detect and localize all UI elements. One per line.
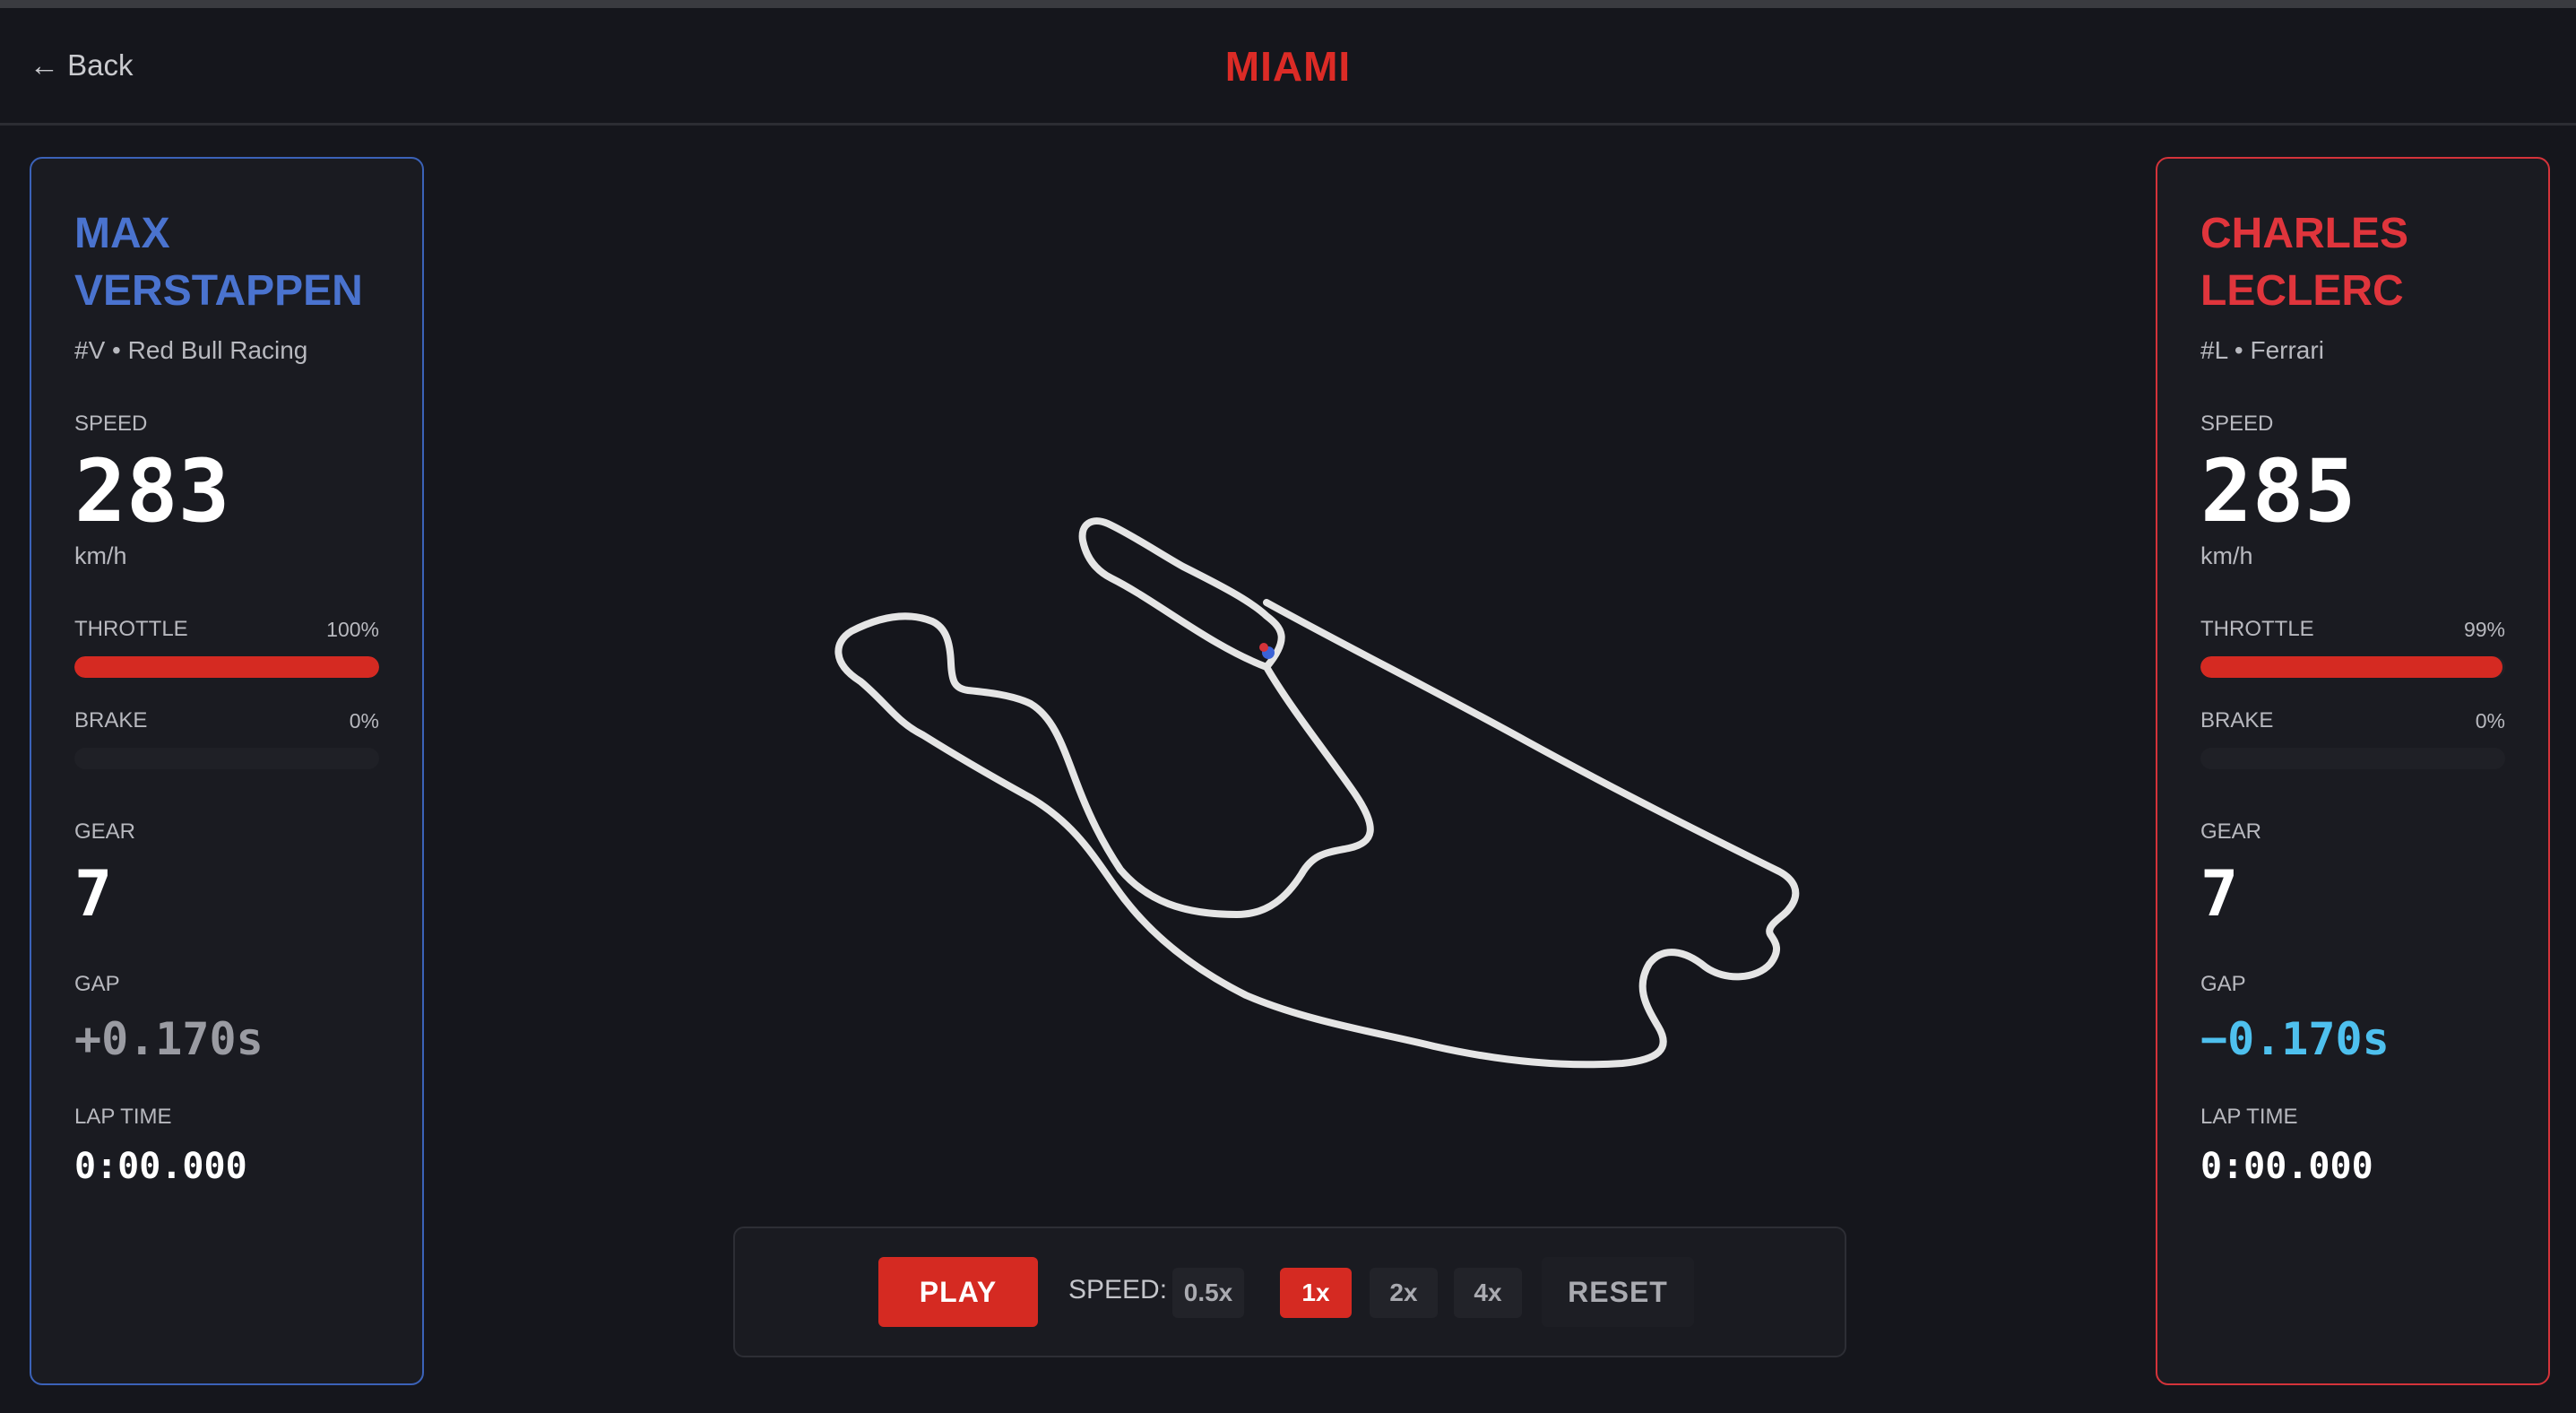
throttle-bar: [74, 656, 379, 678]
throttle-percent: 99%: [2463, 617, 2505, 641]
brake-row: BRAKE 0%: [2200, 708, 2505, 733]
speed-value: 285: [2200, 441, 2356, 542]
page-title: MIAMI: [1224, 43, 1352, 90]
throttle-label: THROTTLE: [2200, 617, 2314, 641]
brake-label: BRAKE: [2200, 708, 2274, 733]
track-map: [834, 517, 1800, 1069]
speed-option-0-5x[interactable]: 0.5x: [1172, 1268, 1244, 1318]
gap-label: GAP: [74, 972, 120, 996]
throttle-bar: [2200, 656, 2505, 678]
playback-controls: PLAY SPEED: 0.5x 1x 2x 4x RESET: [733, 1227, 1846, 1357]
throttle-row: THROTTLE 100%: [74, 617, 379, 642]
lap-time-label: LAP TIME: [74, 1105, 172, 1129]
brake-bar: [2200, 748, 2505, 769]
driver-first-name: CHARLES: [2200, 210, 2409, 257]
brake-label: BRAKE: [74, 708, 148, 733]
lap-time-label: LAP TIME: [2200, 1105, 2298, 1129]
header-bar: ← Back MIAMI: [0, 8, 2576, 126]
driver-team: #V • Red Bull Racing: [74, 336, 308, 364]
brake-percent: 0%: [2475, 708, 2505, 733]
throttle-bar-fill: [2200, 656, 2503, 678]
driver-panel-leclerc: CHARLES LECLERC #L • Ferrari SPEED 285 k…: [2156, 157, 2550, 1385]
speed-selector-label: SPEED:: [1068, 1275, 1168, 1305]
gap-value: +0.170s: [74, 1013, 264, 1065]
speed-option-2x[interactable]: 2x: [1370, 1268, 1438, 1318]
gap-value: −0.170s: [2200, 1013, 2390, 1065]
gap-label: GAP: [2200, 972, 2246, 996]
driver-last-name: VERSTAPPEN: [74, 267, 363, 315]
gear-value: 7: [74, 857, 113, 931]
brake-row: BRAKE 0%: [74, 708, 379, 733]
speed-option-1x[interactable]: 1x: [1280, 1268, 1352, 1318]
brake-bar: [74, 748, 379, 769]
lap-time-value: 0:00.000: [2200, 1146, 2373, 1187]
speed-value: 283: [74, 441, 230, 542]
throttle-label: THROTTLE: [74, 617, 188, 641]
throttle-percent: 100%: [326, 617, 379, 641]
driver-panel-verstappen: MAX VERSTAPPEN #V • Red Bull Racing SPEE…: [30, 157, 424, 1385]
brake-percent: 0%: [349, 708, 379, 733]
driver-first-name: MAX: [74, 210, 170, 257]
driver-last-name: LECLERC: [2200, 267, 2404, 315]
speed-option-4x[interactable]: 4x: [1454, 1268, 1522, 1318]
gear-value: 7: [2200, 857, 2239, 931]
speed-label: SPEED: [74, 412, 148, 436]
reset-button[interactable]: RESET: [1542, 1257, 1694, 1327]
track-outline: [834, 517, 1800, 1069]
car-marker-leclerc: [1259, 643, 1268, 652]
speed-unit: km/h: [74, 542, 127, 569]
throttle-bar-fill: [74, 656, 379, 678]
throttle-row: THROTTLE 99%: [2200, 617, 2505, 642]
speed-label: SPEED: [2200, 412, 2274, 436]
play-button[interactable]: PLAY: [878, 1257, 1038, 1327]
speed-unit: km/h: [2200, 542, 2253, 569]
window-top-strip: [0, 0, 2576, 8]
driver-team: #L • Ferrari: [2200, 336, 2324, 364]
gear-label: GEAR: [2200, 819, 2262, 844]
gear-label: GEAR: [74, 819, 136, 844]
lap-time-value: 0:00.000: [74, 1146, 247, 1187]
